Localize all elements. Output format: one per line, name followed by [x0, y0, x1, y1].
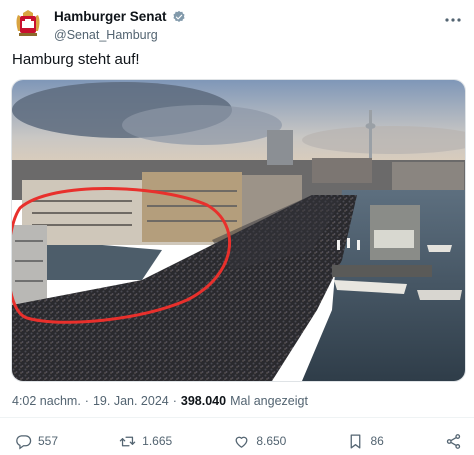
author-header: Hamburger Senat @Senat_Hamburg: [54, 8, 186, 42]
tweet-date[interactable]: 19. Jan. 2024: [93, 394, 169, 408]
repost-button[interactable]: 1.665: [119, 433, 172, 450]
share-button[interactable]: [445, 433, 462, 450]
author-name[interactable]: Hamburger Senat: [54, 9, 167, 24]
tweet-time[interactable]: 4:02 nachm.: [12, 394, 81, 408]
divider: [0, 417, 474, 418]
like-count: 8.650: [256, 434, 287, 448]
reply-button[interactable]: 557: [15, 433, 58, 450]
tweet-meta: 4:02 nachm. · 19. Jan. 2024 · 398.040 Ma…: [12, 394, 308, 408]
repost-icon: [119, 436, 136, 446]
heart-icon: [235, 436, 248, 448]
views-label: Mal angezeigt: [230, 394, 308, 408]
meta-separator-2: ·: [172, 394, 177, 408]
hamburg-coat-of-arms-icon: [16, 10, 40, 36]
author-handle[interactable]: @Senat_Hamburg: [54, 28, 186, 42]
crowd-aerial-photo: [12, 80, 465, 381]
like-button[interactable]: 8.650: [233, 433, 286, 450]
bookmark-icon: [351, 433, 361, 449]
action-bar: 557 1.665 8.650 86: [15, 431, 462, 451]
reply-icon: [16, 434, 32, 449]
tweet-photo[interactable]: [11, 79, 466, 382]
meta-separator: ·: [84, 394, 89, 408]
bookmark-count: 86: [370, 434, 384, 448]
repost-count: 1.665: [142, 434, 173, 448]
views-count[interactable]: 398.040: [181, 394, 226, 408]
author-avatar[interactable]: [10, 6, 46, 42]
tweet-text: Hamburg steht auf!: [12, 51, 140, 68]
verified-badge-icon: [172, 10, 185, 22]
bookmark-button[interactable]: 86: [347, 433, 384, 450]
more-dots-icon[interactable]: [444, 10, 462, 26]
share-icon: [446, 433, 461, 449]
reply-count: 557: [38, 434, 59, 448]
